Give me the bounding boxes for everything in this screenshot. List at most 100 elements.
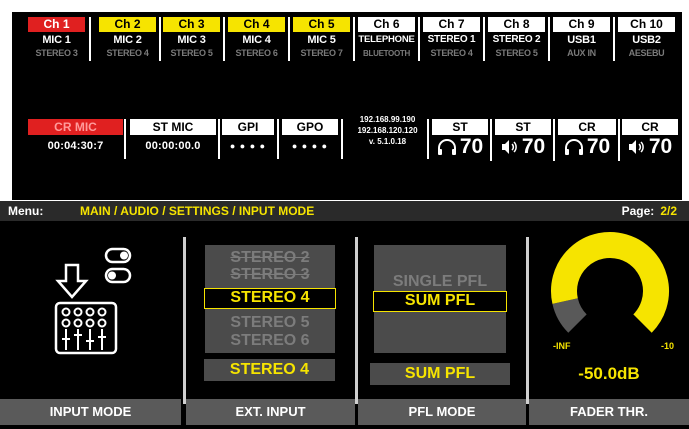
- cr-mic-time: 00:04:30:7: [47, 140, 104, 152]
- status-separator: [553, 119, 555, 161]
- input-mode-mixer-icon: [54, 247, 132, 355]
- status-separator: [490, 119, 492, 161]
- st-headphone-level[interactable]: ST 70: [432, 119, 488, 161]
- pfl-mode-value: SUM PFL: [370, 363, 510, 385]
- channel-4[interactable]: Ch 4 MIC 4 STEREO 6: [228, 17, 285, 61]
- ext-input-option[interactable]: STEREO 2: [205, 249, 335, 267]
- ip-address-1: 192.168.99.190: [359, 115, 416, 124]
- console-screen: Ch 1 MIC 1 STEREO 3 Ch 2 MIC 2 STEREO 4 …: [0, 0, 689, 429]
- ext-input-option[interactable]: STEREO 6: [205, 332, 335, 350]
- channel-header: Ch 8: [488, 17, 545, 32]
- st-mic-label: ST MIC: [130, 119, 216, 135]
- cr-speaker-level[interactable]: CR 70: [622, 119, 678, 161]
- channel-name: MIC 1: [42, 34, 71, 46]
- channel-header: Ch 2: [99, 17, 156, 32]
- menu-label: Menu:: [8, 204, 44, 218]
- cr-mic-timer: CR MIC 00:04:30:7: [28, 119, 123, 159]
- channel-10[interactable]: Ch 10 USB2 AESEBU: [618, 17, 675, 61]
- page-indicator: Page: 2/2: [622, 201, 677, 221]
- ext-input-option[interactable]: STEREO 5: [205, 314, 335, 332]
- cr-mic-label: CR MIC: [28, 119, 123, 135]
- gpi-status: GPI ● ● ● ●: [222, 119, 274, 159]
- network-info: 192.168.99.190 192.168.120.120 v. 5.1.0.…: [350, 114, 425, 147]
- input-mode-footer: INPUT MODE: [0, 399, 181, 425]
- gpi-indicators: ● ● ● ●: [229, 141, 267, 151]
- headphones-icon: [564, 139, 583, 155]
- gauge-arc: [551, 232, 669, 333]
- ext-input-panel[interactable]: STEREO 2 STEREO 3 STEREO 4 STEREO 5 STER…: [186, 221, 355, 429]
- channel-separator: [613, 17, 615, 61]
- input-mode-panel[interactable]: INPUT MODE: [0, 221, 183, 429]
- status-separator: [218, 119, 220, 159]
- channel-5[interactable]: Ch 5 MIC 5 STEREO 7: [293, 17, 350, 61]
- channel-header: Ch 3: [163, 17, 220, 32]
- level-value: 70: [586, 135, 611, 158]
- channel-header: Ch 10: [618, 17, 675, 32]
- channel-header: Ch 4: [228, 17, 285, 32]
- status-separator: [618, 119, 620, 161]
- channel-name: MIC 5: [307, 34, 336, 46]
- channel-name: TELEPHONE: [358, 34, 415, 45]
- pfl-mode-panel[interactable]: SINGLE PFL SUM PFL SUM PFL PFL MODE: [358, 221, 526, 429]
- status-separator: [341, 119, 343, 159]
- channel-header: Ch 1: [28, 17, 85, 32]
- channel-2[interactable]: Ch 2 MIC 2 STEREO 4: [99, 17, 156, 61]
- menu-breadcrumb-bar: Menu: MAIN / AUDIO / SETTINGS / INPUT MO…: [0, 201, 689, 221]
- channel-header: Ch 7: [423, 17, 480, 32]
- headphones-icon: [437, 139, 456, 155]
- ext-input-option[interactable]: STEREO 3: [205, 266, 335, 284]
- settings-panels: INPUT MODE STEREO 2 STEREO 3 STEREO 4 ST…: [0, 221, 689, 429]
- channel-name: MIC 3: [177, 34, 206, 46]
- fader-threshold-panel[interactable]: -INF -10 -50.0dB FADER THR.: [529, 221, 689, 429]
- channel-name: MIC 2: [113, 34, 142, 46]
- channel-separator: [418, 17, 420, 61]
- channel-8[interactable]: Ch 8 STEREO 2 STEREO 5: [488, 17, 545, 61]
- pfl-mode-footer: PFL MODE: [358, 399, 526, 425]
- ext-input-list[interactable]: STEREO 2 STEREO 3 STEREO 4 STEREO 5 STER…: [204, 245, 336, 353]
- channel-name: USB2: [632, 34, 661, 46]
- channel-alt-source: STEREO 3: [35, 48, 78, 58]
- cr-headphone-level[interactable]: CR 70: [558, 119, 616, 161]
- pfl-mode-list[interactable]: SINGLE PFL SUM PFL: [373, 245, 507, 353]
- level-value: 70: [459, 135, 484, 158]
- gpo-status: GPO ● ● ● ●: [282, 119, 338, 159]
- ext-input-footer: EXT. INPUT: [186, 399, 355, 425]
- channel-alt-source: BLUETOOTH: [363, 49, 410, 58]
- channel-7[interactable]: Ch 7 STEREO 1 STEREO 4: [423, 17, 480, 61]
- channel-alt-source: STEREO 7: [300, 48, 343, 58]
- st-mic-time: 00:00:00.0: [145, 140, 201, 152]
- gpo-indicators: ● ● ● ●: [291, 141, 329, 151]
- level-label: CR: [622, 119, 678, 135]
- speaker-icon: [628, 140, 644, 154]
- status-separator: [124, 119, 126, 159]
- channel-alt-source: AESEBU: [628, 48, 665, 58]
- pfl-mode-option-selected[interactable]: SUM PFL: [373, 291, 507, 312]
- channel-name: STEREO 2: [492, 34, 541, 45]
- channel-name: MIC 4: [242, 34, 271, 46]
- ext-input-option-selected[interactable]: STEREO 4: [204, 288, 336, 309]
- pfl-mode-option[interactable]: SINGLE PFL: [374, 273, 506, 291]
- channel-header: Ch 9: [553, 17, 610, 32]
- level-label: ST: [432, 119, 488, 135]
- fader-threshold-gauge[interactable]: -INF -10: [543, 225, 677, 355]
- channel-1[interactable]: Ch 1 MIC 1 STEREO 3: [28, 17, 85, 61]
- channel-alt-source: AUX IN: [567, 48, 596, 58]
- gpi-label: GPI: [222, 119, 274, 135]
- channel-9[interactable]: Ch 9 USB1 AUX IN: [553, 17, 610, 61]
- channel-name: USB1: [567, 34, 596, 46]
- channel-alt-source: STEREO 4: [430, 48, 473, 58]
- level-label: CR: [558, 119, 616, 135]
- fader-threshold-footer: FADER THR.: [529, 399, 689, 425]
- ip-address-2: 192.168.120.120: [357, 126, 418, 135]
- speaker-icon: [501, 140, 517, 154]
- channel-6[interactable]: Ch 6 TELEPHONE BLUETOOTH: [358, 17, 415, 61]
- channel-alt-source: STEREO 5: [495, 48, 538, 58]
- channel-header: Ch 6: [358, 17, 415, 32]
- channel-3[interactable]: Ch 3 MIC 3 STEREO 5: [163, 17, 220, 61]
- fader-threshold-value: -50.0dB: [578, 364, 640, 383]
- st-speaker-level[interactable]: ST 70: [495, 119, 551, 161]
- level-label: ST: [495, 119, 551, 135]
- channel-separator: [223, 17, 225, 61]
- page-value: 2/2: [660, 204, 677, 218]
- level-value: 70: [648, 135, 673, 158]
